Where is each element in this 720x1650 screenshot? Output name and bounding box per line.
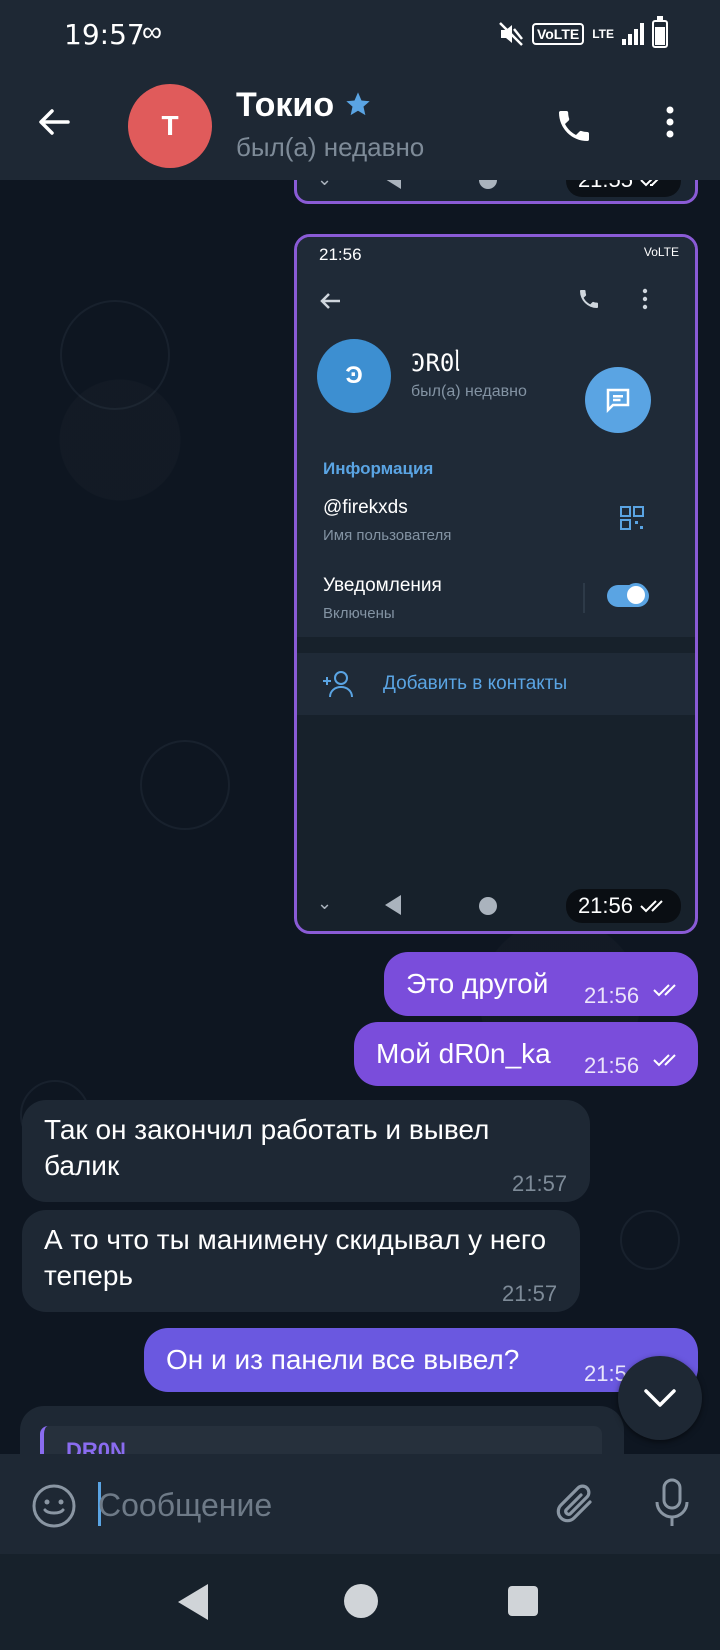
volte-badge: VoLTE xyxy=(531,23,585,45)
phone-icon xyxy=(580,290,598,308)
message-text: Это другой xyxy=(406,968,549,999)
message-bubble-outgoing[interactable]: Он и из панели все вывел? 21:5 xyxy=(144,1328,698,1392)
chat-header: T Токио был(а) недавно xyxy=(0,72,720,180)
message-fab-icon xyxy=(585,367,651,433)
username-label: Имя пользователя xyxy=(323,527,452,544)
status-icons: VoLTE LTE xyxy=(498,16,668,48)
add-user-icon xyxy=(323,671,353,698)
info-section-title: Информация xyxy=(323,459,434,478)
reply-author: DR0N xyxy=(66,1438,126,1454)
screenshot-status-icons: VoLTE xyxy=(643,245,679,259)
message-text: А то что ты манимену скидывал у него теп… xyxy=(44,1224,547,1291)
notifications-value: Включены xyxy=(323,605,395,622)
notifications-toggle xyxy=(607,583,649,607)
image-message[interactable]: ⌄ 21:55 xyxy=(294,180,698,204)
notifications-label: Уведомления xyxy=(323,575,442,596)
profile-avatar: Ͽ xyxy=(317,339,391,413)
message-bubble-incoming[interactable]: А то что ты манимену скидывал у него теп… xyxy=(22,1210,580,1312)
message-bubble-outgoing[interactable]: Мой dR0n_ka 21:56 xyxy=(354,1022,698,1086)
infinity-icon: ∞ xyxy=(142,16,162,47)
message-time: 21:56 xyxy=(584,1053,640,1078)
message-time: 21:55 xyxy=(578,180,633,193)
battery-icon xyxy=(652,16,668,48)
profile-name: ϿR0ᥣ xyxy=(411,349,461,377)
profile-status: был(а) недавно xyxy=(411,383,527,400)
nav-back-icon[interactable] xyxy=(178,1584,208,1620)
double-check-icon xyxy=(653,1054,676,1067)
message-text: Так он закончил работать и вывел балик xyxy=(44,1114,490,1181)
message-text: Он и из панели все вывел? xyxy=(166,1344,520,1375)
message-time: 21:56 xyxy=(577,893,633,918)
message-bubble-incoming[interactable]: Так он закончил работать и вывел балик 2… xyxy=(22,1100,590,1202)
status-time: 19:57 xyxy=(64,18,145,51)
back-arrow-icon xyxy=(320,293,340,309)
lte-label: LTE xyxy=(592,27,614,41)
profile-info-section: Информация @firekxds Имя пользователя Ув… xyxy=(297,435,695,637)
message-time: 21:56 xyxy=(584,983,640,1008)
username-value: @firekxds xyxy=(323,497,408,518)
message-bubble-outgoing[interactable]: Это другой 21:56 xyxy=(384,952,698,1016)
chat-title[interactable]: Токио xyxy=(236,86,334,125)
signal-icon xyxy=(622,23,644,45)
emoji-icon[interactable] xyxy=(30,1482,78,1530)
chevron-down-icon xyxy=(644,1389,676,1407)
nav-home-icon[interactable] xyxy=(344,1584,378,1618)
scroll-down-button[interactable] xyxy=(618,1356,702,1440)
mute-icon xyxy=(499,22,523,46)
more-vertical-icon xyxy=(642,288,648,310)
attach-icon[interactable] xyxy=(554,1480,600,1530)
screenshot-status-time: 21:56 xyxy=(319,245,362,264)
system-nav-bar xyxy=(0,1554,720,1650)
message-composer xyxy=(0,1454,720,1554)
message-input[interactable] xyxy=(98,1482,538,1528)
qr-code-icon xyxy=(620,506,644,530)
message-time: 21:57 xyxy=(512,1171,568,1196)
add-contact-label: Добавить в контакты xyxy=(383,673,568,694)
chat-status: был(а) недавно xyxy=(236,132,425,162)
avatar[interactable]: T xyxy=(128,84,212,168)
message-time: 21:57 xyxy=(502,1281,558,1306)
premium-star-icon xyxy=(346,92,370,116)
message-text: Мой dR0n_ka xyxy=(376,1038,551,1069)
image-message[interactable]: 21:56 VoLTE Ͽ ϿR0ᥣ был(а) недавно Информ… xyxy=(294,234,698,934)
phone-icon[interactable] xyxy=(554,106,594,146)
back-arrow-icon[interactable] xyxy=(36,104,72,140)
message-bubble-incoming[interactable]: DR0N xyxy=(20,1406,624,1454)
double-check-icon xyxy=(653,984,676,997)
microphone-icon[interactable] xyxy=(652,1476,692,1532)
more-vertical-icon[interactable] xyxy=(660,102,680,142)
double-check-icon xyxy=(640,900,663,913)
double-check-icon xyxy=(640,180,659,187)
nav-recents-icon[interactable] xyxy=(508,1586,538,1616)
chat-area[interactable]: ⌄ 21:55 21:56 VoLTE Ͽ ϿR0ᥣ был(а) недавн… xyxy=(0,180,720,1454)
reply-quote[interactable]: DR0N xyxy=(40,1426,602,1454)
add-contact-row: Добавить в контакты xyxy=(297,653,695,715)
status-bar: 19:57 ∞ VoLTE LTE xyxy=(0,0,720,72)
